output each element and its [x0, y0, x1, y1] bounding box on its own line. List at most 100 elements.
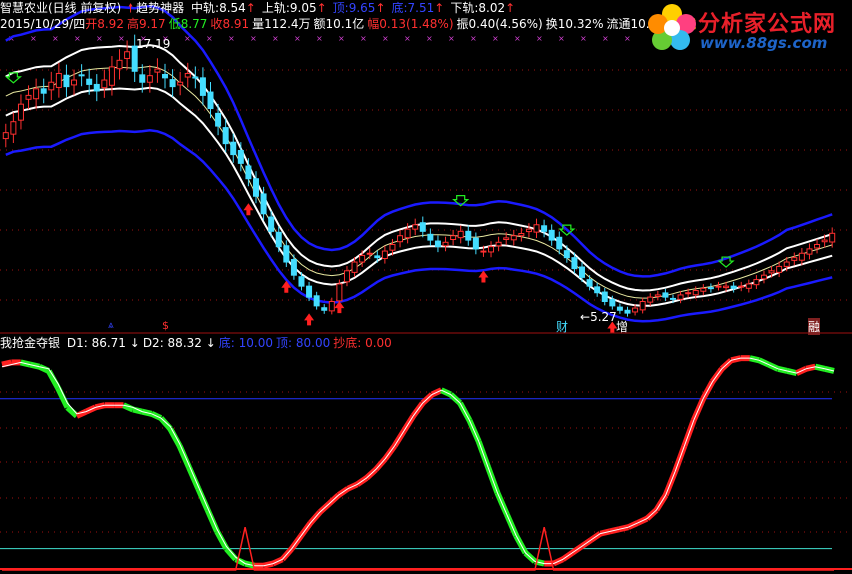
- site-logo[interactable]: 分析家公式网 www.88gs.com: [646, 2, 846, 54]
- chart-canvas: × × × × × × × × × × × × × × × × × × × × × × × × × × × × ×: [0, 4, 852, 571]
- candle-body: [321, 307, 328, 311]
- high-price-label: 17.19: [136, 37, 171, 51]
- event-tag-rong[interactable]: 融: [808, 318, 821, 335]
- candle-body: [488, 246, 495, 253]
- candle-body: [791, 257, 798, 261]
- d1-segment: [214, 530, 229, 551]
- candle-body: [33, 88, 40, 100]
- candle-body: [283, 245, 290, 263]
- candle-body: [586, 279, 593, 287]
- buy-arrow-icon: [478, 270, 489, 283]
- candle-body: [806, 248, 813, 255]
- candle-body: [419, 222, 426, 232]
- cross-marker: ×: [118, 34, 125, 43]
- candle-body: [162, 73, 169, 79]
- d1-segment: [224, 546, 238, 562]
- candle-body: [328, 300, 335, 312]
- band-readout-0: 中轨:8.54↑: [191, 1, 256, 15]
- buy-arrow-icon: [243, 203, 254, 216]
- candle-body: [40, 88, 47, 94]
- cross-marker: ×: [228, 34, 235, 43]
- candle-body: [760, 274, 767, 280]
- logo-url[interactable]: www.88gs.com: [700, 34, 827, 52]
- candle-body: [2, 132, 9, 140]
- candle-body: [306, 285, 313, 298]
- candle-body: [207, 91, 214, 110]
- stock-name[interactable]: 智慧农业(日线 前复权): [0, 1, 121, 15]
- candle-body: [624, 309, 631, 314]
- arrow-up-icon: 🠕: [128, 1, 134, 15]
- candle-body: [252, 178, 259, 197]
- cross-marker: ×: [426, 34, 433, 43]
- event-tag-marker-2: $: [162, 319, 169, 332]
- signal-markers: [4, 72, 735, 334]
- cross-marker: ×: [96, 34, 103, 43]
- candle-body: [116, 59, 123, 70]
- candle-body: [108, 66, 115, 86]
- d1-segment: [46, 369, 61, 390]
- candle-body: [336, 283, 343, 302]
- candle-body: [457, 230, 464, 239]
- candle-body: [472, 237, 479, 250]
- candle-body: [776, 265, 783, 273]
- candle-body: [669, 297, 676, 300]
- candle-body: [48, 81, 55, 91]
- cross-marker: ×: [360, 34, 367, 43]
- candle-body: [359, 254, 366, 263]
- candle-body: [434, 240, 441, 248]
- cross-marker: ×: [404, 34, 411, 43]
- cross-marker: ×: [52, 34, 59, 43]
- volume-value: 112.4万: [264, 17, 311, 31]
- amount-value: 10.1亿: [325, 17, 365, 31]
- buy-arrow-icon: [304, 313, 315, 326]
- candle-body: [169, 79, 176, 88]
- candle-body: [738, 285, 745, 288]
- candle-body: [594, 286, 601, 294]
- float-label: 流通: [606, 17, 631, 31]
- d1-segment: [1, 359, 13, 368]
- candle-body: [533, 224, 540, 233]
- candle-body: [184, 72, 191, 78]
- band-lower: [5, 86, 833, 307]
- osc-readout-3: 顶: 80.00: [276, 336, 331, 350]
- cross-marker: ×: [316, 34, 323, 43]
- candle-body: [685, 292, 692, 295]
- amplitude-label: 振: [456, 17, 469, 31]
- osc-readout-1: D2: 88.32 ↓: [142, 336, 216, 350]
- candle-body: [609, 299, 616, 307]
- volume-label: 量: [252, 17, 265, 31]
- candle-body: [366, 252, 373, 255]
- candle-body: [146, 75, 153, 83]
- header-row: 智慧农业(日线 前复权) 🠕 趋势神器 中轨:8.54↑ 上轨:9.05↑ 顶:9.6…: [0, 0, 524, 16]
- candle-body: [427, 233, 434, 241]
- d1-segment: [55, 386, 71, 409]
- candle-body: [101, 79, 108, 89]
- candle-body: [78, 74, 85, 77]
- cross-marker: ×: [558, 34, 565, 43]
- candle-body: [503, 237, 510, 241]
- turnover-value: 10.32%: [557, 17, 604, 31]
- indicator-name[interactable]: 趋势神器: [136, 1, 184, 15]
- quote-date: 2015/10/29/四: [0, 17, 86, 31]
- candle-body: [814, 243, 821, 249]
- flower-logo-icon: [648, 4, 696, 50]
- candle-body: [632, 307, 639, 313]
- cross-marker: ×: [338, 34, 345, 43]
- cross-marker: ×: [448, 34, 455, 43]
- event-tag-cai[interactable]: 财: [556, 318, 568, 335]
- band-upper: [5, 44, 833, 292]
- candle-body: [639, 300, 646, 311]
- oscillator: [0, 355, 852, 571]
- candle-body: [230, 141, 237, 156]
- cross-marker: ×: [74, 34, 81, 43]
- candle-body: [783, 261, 790, 267]
- candle-body: [124, 51, 131, 59]
- candle-body: [662, 292, 669, 298]
- candle-body: [601, 291, 608, 302]
- candle-body: [374, 255, 381, 259]
- sub-indicator-name[interactable]: 我抢金夺银: [0, 336, 60, 350]
- candle-body: [518, 233, 525, 237]
- event-tag-zeng[interactable]: 增: [616, 318, 628, 335]
- change-label: 幅: [367, 17, 380, 31]
- candle-body: [199, 77, 206, 96]
